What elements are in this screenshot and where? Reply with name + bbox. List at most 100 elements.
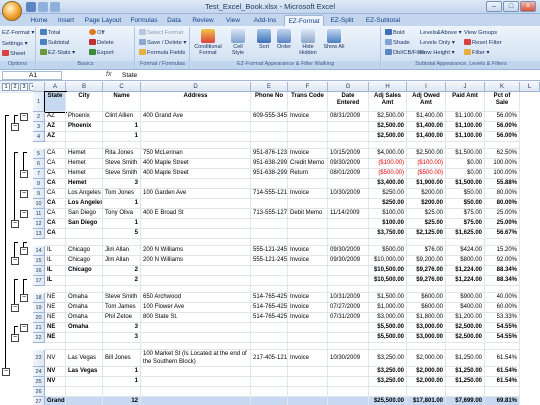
table-cell[interactable]: 714-555-1212 bbox=[251, 189, 288, 199]
table-cell[interactable]: Tony Oliva bbox=[103, 209, 141, 219]
table-cell[interactable]: 200 N Williams bbox=[141, 256, 251, 266]
table-cell[interactable] bbox=[288, 179, 328, 189]
table-cell[interactable]: Omaha bbox=[66, 323, 103, 333]
table-cell[interactable]: $500.00 bbox=[369, 246, 407, 256]
table-cell[interactable]: 3 bbox=[103, 179, 141, 189]
table-cell[interactable]: Hemet bbox=[66, 179, 103, 189]
table-cell[interactable]: $1,200.00 bbox=[446, 313, 485, 323]
table-cell[interactable]: $2,500.00 bbox=[369, 122, 407, 132]
row-header[interactable]: 16 bbox=[33, 266, 45, 276]
column-header-l[interactable]: L bbox=[520, 82, 540, 92]
total-button[interactable]: Total bbox=[40, 29, 60, 37]
table-cell[interactable]: 10/15/2009 bbox=[328, 149, 369, 159]
table-cell[interactable] bbox=[288, 219, 328, 229]
table-cell[interactable]: $25.00 bbox=[407, 209, 446, 219]
table-cell[interactable]: $1,250.00 bbox=[446, 367, 485, 377]
table-cell[interactable] bbox=[328, 229, 369, 239]
table-cell[interactable]: Rita Jones bbox=[103, 149, 141, 159]
table-cell[interactable] bbox=[251, 387, 288, 397]
column-title-cell[interactable]: Name bbox=[103, 92, 141, 112]
row-header[interactable]: 5 bbox=[33, 149, 45, 159]
table-cell[interactable]: $1,625.00 bbox=[446, 229, 485, 239]
row-header[interactable]: 17 bbox=[33, 276, 45, 286]
row-header[interactable]: 25 bbox=[33, 377, 45, 387]
table-cell[interactable]: $3,250.00 bbox=[369, 377, 407, 387]
table-cell[interactable] bbox=[141, 286, 251, 293]
bold-button[interactable]: Bold bbox=[385, 29, 405, 37]
collapse-group-button[interactable]: − bbox=[2, 368, 10, 376]
row-header[interactable]: 23 bbox=[33, 350, 45, 367]
table-cell[interactable]: Invoice bbox=[288, 112, 328, 122]
table-cell[interactable]: 53.33% bbox=[485, 313, 520, 323]
table-cell[interactable]: Phoenix bbox=[66, 122, 103, 132]
column-title-cell[interactable]: Phone No bbox=[251, 92, 288, 112]
table-cell[interactable]: 80.00% bbox=[485, 199, 520, 209]
table-cell[interactable]: Los Angeles bbox=[66, 189, 103, 199]
table-cell[interactable]: 54.55% bbox=[485, 323, 520, 333]
column-title-cell[interactable]: Pct of Sale bbox=[485, 92, 520, 112]
table-cell[interactable]: 100 Market St (Is Located at the end of … bbox=[141, 350, 251, 367]
save-icon[interactable] bbox=[26, 2, 36, 12]
table-cell[interactable] bbox=[66, 132, 103, 142]
collapse-group-button[interactable]: − bbox=[20, 210, 28, 218]
table-cell[interactable]: AZ bbox=[45, 122, 66, 132]
row-header[interactable]: 18 bbox=[33, 293, 45, 303]
table-cell[interactable]: $1,900.00 bbox=[407, 179, 446, 189]
table-cell[interactable] bbox=[407, 286, 446, 293]
table-cell[interactable]: Phoenix bbox=[66, 112, 103, 122]
table-cell[interactable]: $1,400.00 bbox=[407, 122, 446, 132]
table-cell[interactable] bbox=[45, 142, 66, 149]
table-cell[interactable]: Invoice bbox=[288, 350, 328, 367]
table-cell[interactable] bbox=[288, 387, 328, 397]
table-cell[interactable]: NV bbox=[45, 367, 66, 377]
table-cell[interactable]: 951-876-1234 bbox=[251, 149, 288, 159]
table-cell[interactable]: Steve Smith bbox=[103, 169, 141, 179]
table-cell[interactable]: 951-638-2999 bbox=[251, 169, 288, 179]
table-cell[interactable]: $3,400.00 bbox=[369, 179, 407, 189]
table-cell[interactable] bbox=[45, 286, 66, 293]
table-cell[interactable]: 56.00% bbox=[485, 122, 520, 132]
table-cell[interactable] bbox=[446, 387, 485, 397]
table-cell[interactable]: $1,000.00 bbox=[369, 303, 407, 313]
table-cell[interactable]: 1 bbox=[103, 377, 141, 387]
table-cell[interactable]: Hemet bbox=[66, 159, 103, 169]
table-cell[interactable]: CA bbox=[45, 179, 66, 189]
table-cell[interactable]: Hemet bbox=[66, 149, 103, 159]
table-cell[interactable] bbox=[141, 179, 251, 189]
table-cell[interactable] bbox=[251, 122, 288, 132]
table-cell[interactable] bbox=[251, 333, 288, 343]
table-cell[interactable]: $9,276.00 bbox=[407, 276, 446, 286]
table-cell[interactable] bbox=[141, 333, 251, 343]
collapse-group-button[interactable]: − bbox=[11, 257, 19, 265]
table-cell[interactable]: 15.20% bbox=[485, 246, 520, 256]
table-cell[interactable]: 217-405-1212 bbox=[251, 350, 288, 367]
table-cell[interactable] bbox=[251, 219, 288, 229]
tab-ez-format[interactable]: EZ-Format bbox=[284, 15, 324, 26]
row-header[interactable]: 7 bbox=[33, 169, 45, 179]
export-button[interactable]: Export bbox=[89, 49, 114, 57]
tab-data[interactable]: Data bbox=[162, 15, 186, 26]
table-cell[interactable]: IL bbox=[45, 276, 66, 286]
row-header[interactable]: 11 bbox=[33, 209, 45, 219]
name-box[interactable]: A1 bbox=[2, 71, 62, 80]
table-cell[interactable] bbox=[251, 142, 288, 149]
table-cell[interactable]: $3,750.00 bbox=[369, 229, 407, 239]
table-cell[interactable]: Invoice bbox=[288, 149, 328, 159]
ez-stats-button[interactable]: EZ-Stats ▾ bbox=[40, 49, 75, 57]
table-cell[interactable]: $1,224.00 bbox=[446, 266, 485, 276]
table-cell[interactable]: 514-765-4251 bbox=[251, 293, 288, 303]
table-cell[interactable]: 61.54% bbox=[485, 377, 520, 387]
table-cell[interactable]: Return bbox=[288, 169, 328, 179]
table-cell[interactable]: $200.00 bbox=[407, 189, 446, 199]
table-cell[interactable]: 200 N Williams bbox=[141, 246, 251, 256]
table-cell[interactable]: Los Angeles bbox=[66, 199, 103, 209]
shade-button[interactable]: Shade bbox=[385, 39, 410, 47]
table-cell[interactable]: 08/01/2009 bbox=[328, 169, 369, 179]
table-cell[interactable]: $1,100.00 bbox=[446, 122, 485, 132]
table-cell[interactable]: 92.00% bbox=[485, 256, 520, 266]
table-cell[interactable]: Invoice bbox=[288, 256, 328, 266]
collapse-group-button[interactable]: − bbox=[11, 123, 19, 131]
table-cell[interactable]: NE bbox=[45, 293, 66, 303]
table-cell[interactable]: Bill Jones bbox=[103, 350, 141, 367]
table-cell[interactable]: $76.00 bbox=[407, 246, 446, 256]
